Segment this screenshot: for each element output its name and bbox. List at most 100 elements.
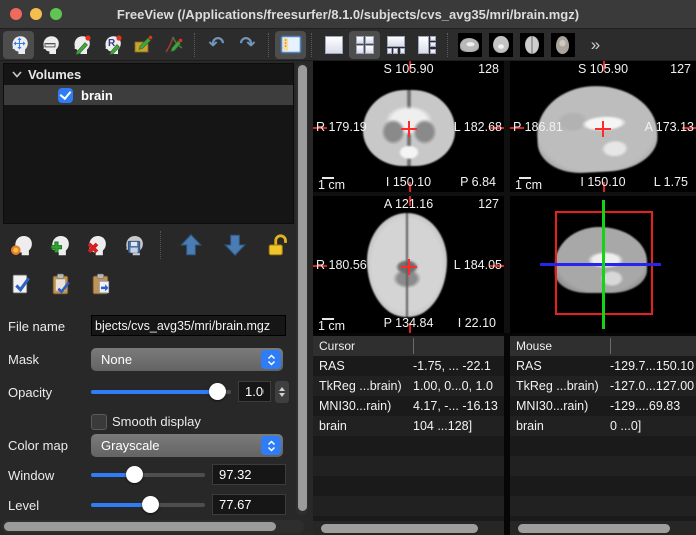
layer-visibility-checkbox[interactable]: [58, 88, 73, 103]
layout-1and3-icon: [386, 35, 406, 55]
smooth-display-checkbox[interactable]: [91, 414, 107, 430]
cursor-table: Cursor RAS-1.75, ... -22.1 TkReg ...brai…: [313, 336, 504, 535]
window-slider[interactable]: [91, 473, 205, 477]
sidebar-horizontal-scrollbar[interactable]: [2, 520, 304, 533]
color-map-dropdown[interactable]: Grayscale: [91, 434, 283, 457]
sagittal-view-icon: [458, 33, 482, 57]
roi-edit-button[interactable]: R: [96, 31, 127, 59]
coord-superior: S 105.90: [578, 62, 628, 76]
view-sagittal[interactable]: S 105.90 127 P 186.81 A 173.13 I 150.10 …: [510, 61, 696, 192]
opacity-slider-thumb[interactable]: [209, 383, 226, 400]
cursor-table-header[interactable]: Cursor: [313, 336, 504, 356]
tree-item-brain[interactable]: brain: [4, 85, 293, 105]
opacity-label: Opacity: [8, 385, 52, 400]
axial-view-button[interactable]: [516, 31, 547, 59]
chevron-down-icon: [12, 71, 22, 78]
minimize-button[interactable]: [30, 8, 42, 20]
level-slider[interactable]: [91, 503, 205, 507]
3d-head-icon: [551, 33, 575, 57]
layout-1x1-icon: [324, 35, 344, 55]
coord-right: R 180.56: [316, 258, 367, 272]
navigate-button[interactable]: [3, 31, 34, 59]
opacity-slider[interactable]: [91, 390, 231, 394]
file-name-input[interactable]: [91, 315, 286, 336]
slice-number: 127: [670, 62, 691, 76]
mask-row: Mask None: [0, 348, 313, 372]
save-volume-button[interactable]: [116, 229, 148, 261]
move-layer-down-button[interactable]: [219, 229, 251, 261]
scrollbar-thumb[interactable]: [321, 524, 478, 533]
cursor-table-scrollbar[interactable]: [313, 521, 504, 535]
toolbar-separator: [311, 33, 313, 57]
point-set-edit-button[interactable]: [127, 31, 158, 59]
layer-actions-toolbar: [0, 227, 313, 263]
table-empty-rows: [510, 436, 696, 521]
undo-button[interactable]: ↶: [201, 31, 232, 59]
close-volume-button[interactable]: [79, 229, 111, 261]
toolbar-overflow-button[interactable]: »: [578, 31, 609, 59]
paste-settings-button[interactable]: [85, 268, 117, 300]
sagittal-view-button[interactable]: [454, 31, 485, 59]
layout-2x2-button[interactable]: [349, 31, 380, 59]
table-row: TkReg ...brain)1.00, 0...0, 1.0: [313, 376, 504, 396]
coronal-view-button[interactable]: [485, 31, 516, 59]
layout-1and3-side-button[interactable]: [411, 31, 442, 59]
opacity-value-input[interactable]: [238, 381, 271, 402]
point-set-edit-icon: [131, 33, 155, 57]
mouse-table-scrollbar[interactable]: [510, 521, 696, 535]
show-all-layers-button[interactable]: [5, 268, 37, 300]
document-check-icon: [8, 271, 35, 298]
level-value-input[interactable]: [212, 494, 286, 515]
smooth-display-row: Smooth display: [0, 412, 313, 436]
clipboard-check-icon: [48, 271, 75, 298]
view-axial[interactable]: A 121.16 127 R 180.56 L 184.05 P 134.84 …: [313, 196, 504, 333]
window-value-input[interactable]: [212, 464, 286, 485]
new-volume-button[interactable]: [42, 229, 74, 261]
view-3d[interactable]: [510, 196, 696, 333]
coord-posterior: P 186.81: [513, 120, 563, 134]
close-button[interactable]: [10, 8, 22, 20]
load-volume-button[interactable]: [5, 229, 37, 261]
tree-group-volumes[interactable]: Volumes: [4, 64, 293, 85]
dropdown-chevrons-icon: [261, 436, 281, 455]
coord-left: L 184.05: [454, 258, 502, 272]
toggle-panel-button[interactable]: [275, 31, 306, 59]
lock-layer-button[interactable]: [263, 229, 295, 261]
scrollbar-thumb[interactable]: [4, 522, 276, 531]
coord-inferior: I 150.10: [386, 175, 431, 189]
table-row: RAS-1.75, ... -22.1: [313, 356, 504, 376]
3d-view-button[interactable]: [547, 31, 578, 59]
layout-1and3-button[interactable]: [380, 31, 411, 59]
clipboard-paste-icon: [88, 271, 115, 298]
dropdown-chevrons-icon: [261, 350, 281, 369]
toolbar-separator: [447, 33, 449, 57]
mouse-table-header[interactable]: Mouse: [510, 336, 696, 356]
scrollbar-thumb[interactable]: [518, 524, 670, 533]
window-label: Window: [8, 468, 54, 483]
level-slider-thumb[interactable]: [142, 496, 159, 513]
window-slider-thumb[interactable]: [126, 466, 143, 483]
copy-settings-button[interactable]: [45, 268, 77, 300]
mask-value: None: [101, 352, 261, 367]
path-edit-button[interactable]: [158, 31, 189, 59]
voxel-edit-button[interactable]: [65, 31, 96, 59]
move-layer-up-button[interactable]: [175, 229, 207, 261]
chevron-double-right-icon: »: [591, 35, 600, 55]
unlock-icon: [266, 232, 292, 258]
redo-button[interactable]: ↷: [232, 31, 263, 59]
file-name-row: File name: [0, 315, 313, 339]
coord-superior: S 105.90: [383, 62, 433, 76]
zoom-button[interactable]: [50, 8, 62, 20]
measure-button[interactable]: [34, 31, 65, 59]
view-coronal[interactable]: S 105.90 128 R 179.19 L 182.68 I 150.10 …: [313, 61, 504, 192]
measure-head-icon: [38, 33, 62, 57]
layout-1x1-button[interactable]: [318, 31, 349, 59]
toolbar-separator: [268, 33, 270, 57]
table-row: brain104 ...128]: [313, 416, 504, 436]
path-edit-icon: [162, 33, 186, 57]
mask-dropdown[interactable]: None: [91, 348, 283, 371]
table-row: TkReg ...brain)-127.0...127.00: [510, 376, 696, 396]
opacity-stepper[interactable]: [275, 381, 289, 403]
coronal-view-icon: [489, 33, 513, 57]
load-volume-icon: [8, 232, 35, 259]
